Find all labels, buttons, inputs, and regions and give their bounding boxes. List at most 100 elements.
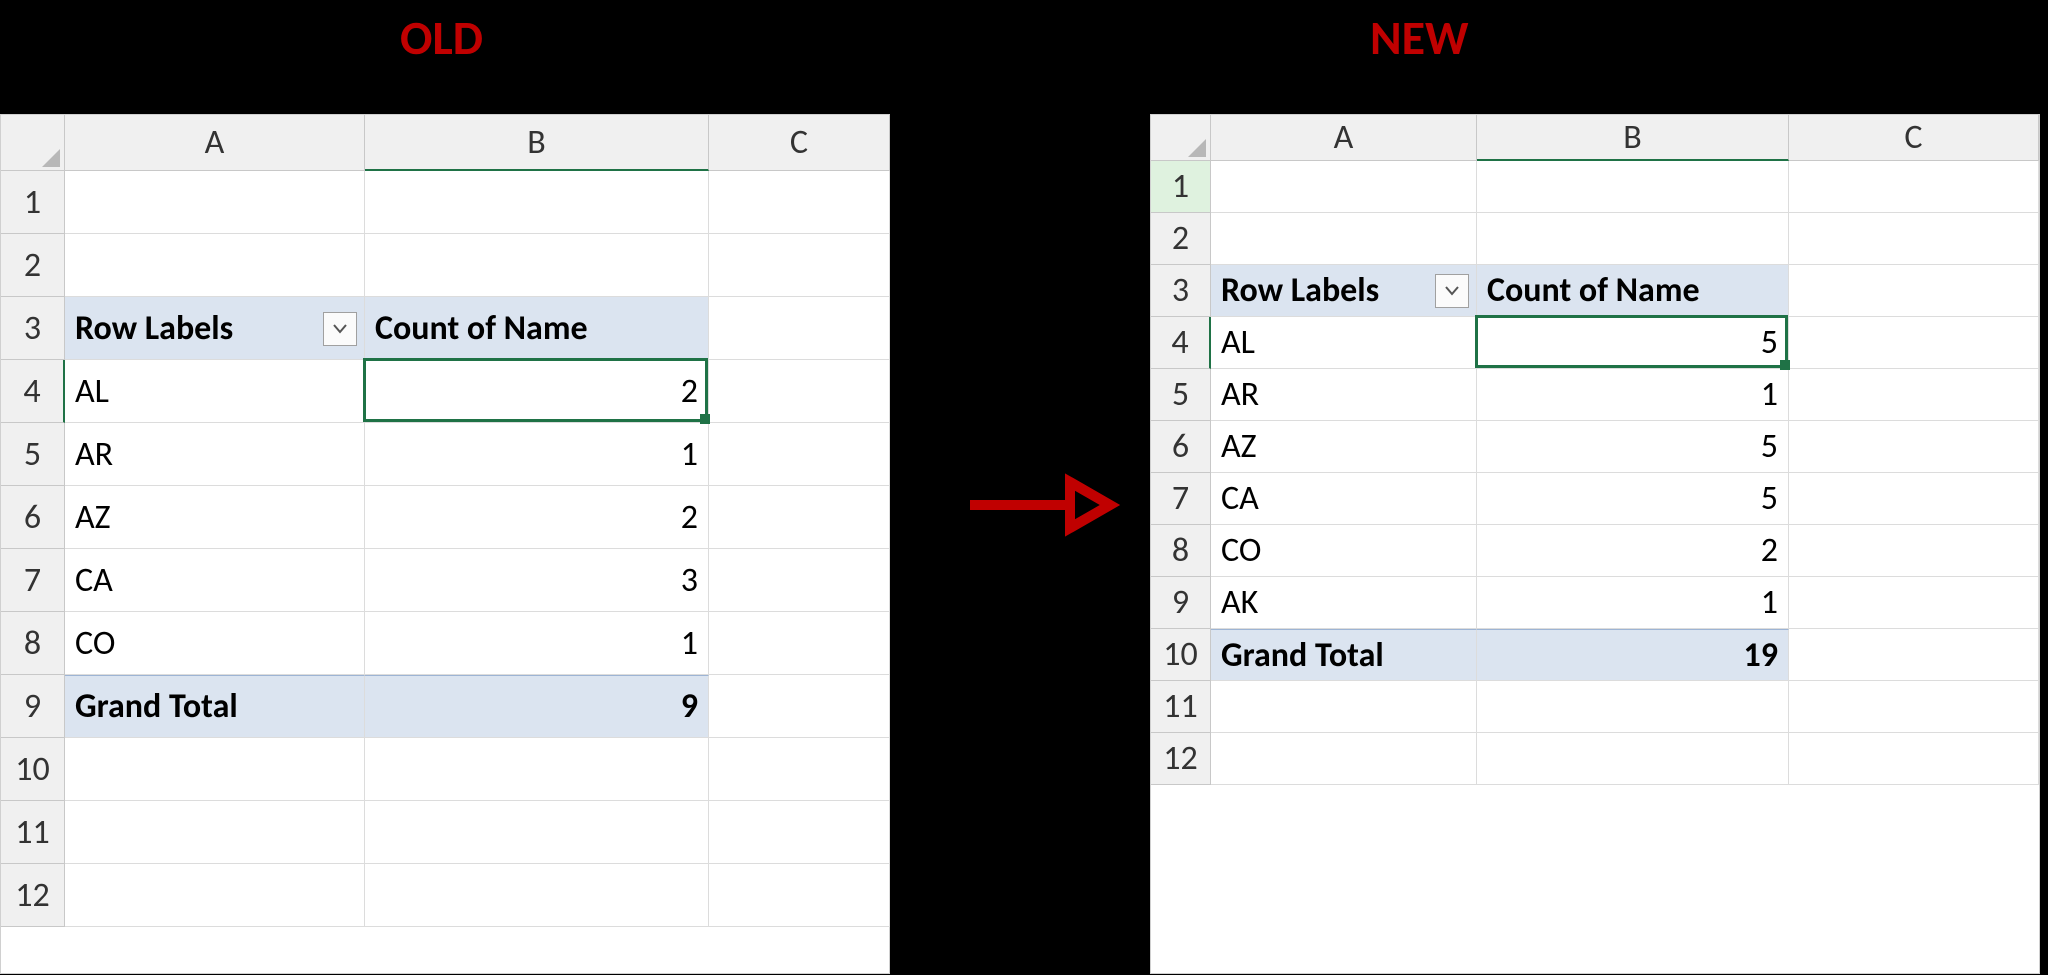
pivot-row-label[interactable]: AZ bbox=[65, 486, 365, 549]
cell-C10[interactable] bbox=[1789, 629, 2039, 681]
pivot-filter-dropdown[interactable] bbox=[1435, 274, 1469, 308]
pivot-header-count[interactable]: Count of Name bbox=[365, 297, 709, 360]
row-header-4[interactable]: 4 bbox=[1151, 317, 1211, 369]
cell-A1[interactable] bbox=[65, 171, 365, 234]
pivot-row-label[interactable]: AZ bbox=[1211, 421, 1477, 473]
cell-B2[interactable] bbox=[365, 234, 709, 297]
row-header-2[interactable]: 2 bbox=[1151, 213, 1211, 265]
pivot-row-label[interactable]: AL bbox=[1211, 317, 1477, 369]
pivot-row-value[interactable]: 2 bbox=[1477, 525, 1789, 577]
cell-A2[interactable] bbox=[1211, 213, 1477, 265]
row-header-3[interactable]: 3 bbox=[1151, 265, 1211, 317]
pivot-grand-total-value[interactable]: 9 bbox=[365, 675, 709, 738]
cell-C3[interactable] bbox=[1789, 265, 2039, 317]
cell-A10[interactable] bbox=[65, 738, 365, 801]
cell-A12[interactable] bbox=[1211, 733, 1477, 785]
pivot-row-label[interactable]: AR bbox=[1211, 369, 1477, 421]
row-header-10[interactable]: 10 bbox=[1151, 629, 1211, 681]
pivot-grand-total-value[interactable]: 19 bbox=[1477, 629, 1789, 681]
pivot-row-value[interactable]: 3 bbox=[365, 549, 709, 612]
pivot-row-value[interactable]: 2 bbox=[365, 486, 709, 549]
cell-C12[interactable] bbox=[709, 864, 890, 927]
cell-C2[interactable] bbox=[1789, 213, 2039, 265]
pivot-filter-dropdown[interactable] bbox=[323, 312, 357, 346]
col-header-A[interactable]: A bbox=[1211, 115, 1477, 161]
pivot-row-value[interactable]: 1 bbox=[1477, 369, 1789, 421]
col-header-B[interactable]: B bbox=[365, 115, 709, 171]
pivot-row-label[interactable]: CA bbox=[65, 549, 365, 612]
row-header-12[interactable]: 12 bbox=[1, 864, 65, 927]
col-header-B[interactable]: B bbox=[1477, 115, 1789, 161]
row-header-8[interactable]: 8 bbox=[1, 612, 65, 675]
row-header-1[interactable]: 1 bbox=[1151, 161, 1211, 213]
row-header-3[interactable]: 3 bbox=[1, 297, 65, 360]
pivot-row-value[interactable]: 1 bbox=[1477, 577, 1789, 629]
row-header-9[interactable]: 9 bbox=[1151, 577, 1211, 629]
cell-C8[interactable] bbox=[1789, 525, 2039, 577]
pivot-header-row-labels[interactable]: Row Labels bbox=[65, 297, 365, 360]
pivot-row-value[interactable]: 5 bbox=[1477, 473, 1789, 525]
cell-C1[interactable] bbox=[1789, 161, 2039, 213]
cell-B11[interactable] bbox=[365, 801, 709, 864]
cell-C10[interactable] bbox=[709, 738, 890, 801]
cell-B11[interactable] bbox=[1477, 681, 1789, 733]
col-header-C[interactable]: C bbox=[709, 115, 890, 171]
row-header-9[interactable]: 9 bbox=[1, 675, 65, 738]
pivot-row-label[interactable]: AL bbox=[65, 360, 365, 423]
cell-C4[interactable] bbox=[1789, 317, 2039, 369]
cell-C7[interactable] bbox=[709, 549, 890, 612]
pivot-grand-total-label[interactable]: Grand Total bbox=[65, 675, 365, 738]
col-header-A[interactable]: A bbox=[65, 115, 365, 171]
row-header-12[interactable]: 12 bbox=[1151, 733, 1211, 785]
row-header-8[interactable]: 8 bbox=[1151, 525, 1211, 577]
cell-B12[interactable] bbox=[1477, 733, 1789, 785]
row-header-7[interactable]: 7 bbox=[1, 549, 65, 612]
cell-C2[interactable] bbox=[709, 234, 890, 297]
row-header-4[interactable]: 4 bbox=[1, 360, 65, 423]
cell-A12[interactable] bbox=[65, 864, 365, 927]
row-header-11[interactable]: 11 bbox=[1, 801, 65, 864]
cell-C5[interactable] bbox=[709, 423, 890, 486]
pivot-row-value[interactable]: 5 bbox=[1477, 421, 1789, 473]
pivot-header-count[interactable]: Count of Name bbox=[1477, 265, 1789, 317]
pivot-row-value[interactable]: 1 bbox=[365, 612, 709, 675]
cell-A11[interactable] bbox=[1211, 681, 1477, 733]
cell-A11[interactable] bbox=[65, 801, 365, 864]
cell-C9[interactable] bbox=[1789, 577, 2039, 629]
cell-A1[interactable] bbox=[1211, 161, 1477, 213]
pivot-row-label[interactable]: AR bbox=[65, 423, 365, 486]
row-header-7[interactable]: 7 bbox=[1151, 473, 1211, 525]
cell-C6[interactable] bbox=[1789, 421, 2039, 473]
cell-C8[interactable] bbox=[709, 612, 890, 675]
col-header-C[interactable]: C bbox=[1789, 115, 2039, 161]
pivot-row-label[interactable]: CO bbox=[65, 612, 365, 675]
pivot-row-label[interactable]: AK bbox=[1211, 577, 1477, 629]
cell-C12[interactable] bbox=[1789, 733, 2039, 785]
select-all-corner[interactable] bbox=[1, 115, 65, 171]
cell-C5[interactable] bbox=[1789, 369, 2039, 421]
cell-C9[interactable] bbox=[709, 675, 890, 738]
cell-C7[interactable] bbox=[1789, 473, 2039, 525]
row-header-6[interactable]: 6 bbox=[1, 486, 65, 549]
select-all-corner[interactable] bbox=[1151, 115, 1211, 161]
pivot-row-value[interactable]: 1 bbox=[365, 423, 709, 486]
pivot-grand-total-label[interactable]: Grand Total bbox=[1211, 629, 1477, 681]
cell-C6[interactable] bbox=[709, 486, 890, 549]
cell-C11[interactable] bbox=[709, 801, 890, 864]
row-header-2[interactable]: 2 bbox=[1, 234, 65, 297]
pivot-row-label[interactable]: CO bbox=[1211, 525, 1477, 577]
row-header-1[interactable]: 1 bbox=[1, 171, 65, 234]
cell-C11[interactable] bbox=[1789, 681, 2039, 733]
cell-B1[interactable] bbox=[1477, 161, 1789, 213]
cell-C1[interactable] bbox=[709, 171, 890, 234]
cell-B10[interactable] bbox=[365, 738, 709, 801]
pivot-row-value[interactable]: 5 bbox=[1477, 317, 1789, 369]
pivot-row-label[interactable]: CA bbox=[1211, 473, 1477, 525]
row-header-11[interactable]: 11 bbox=[1151, 681, 1211, 733]
cell-A2[interactable] bbox=[65, 234, 365, 297]
row-header-10[interactable]: 10 bbox=[1, 738, 65, 801]
cell-B12[interactable] bbox=[365, 864, 709, 927]
cell-C3[interactable] bbox=[709, 297, 890, 360]
cell-B1[interactable] bbox=[365, 171, 709, 234]
cell-C4[interactable] bbox=[709, 360, 890, 423]
